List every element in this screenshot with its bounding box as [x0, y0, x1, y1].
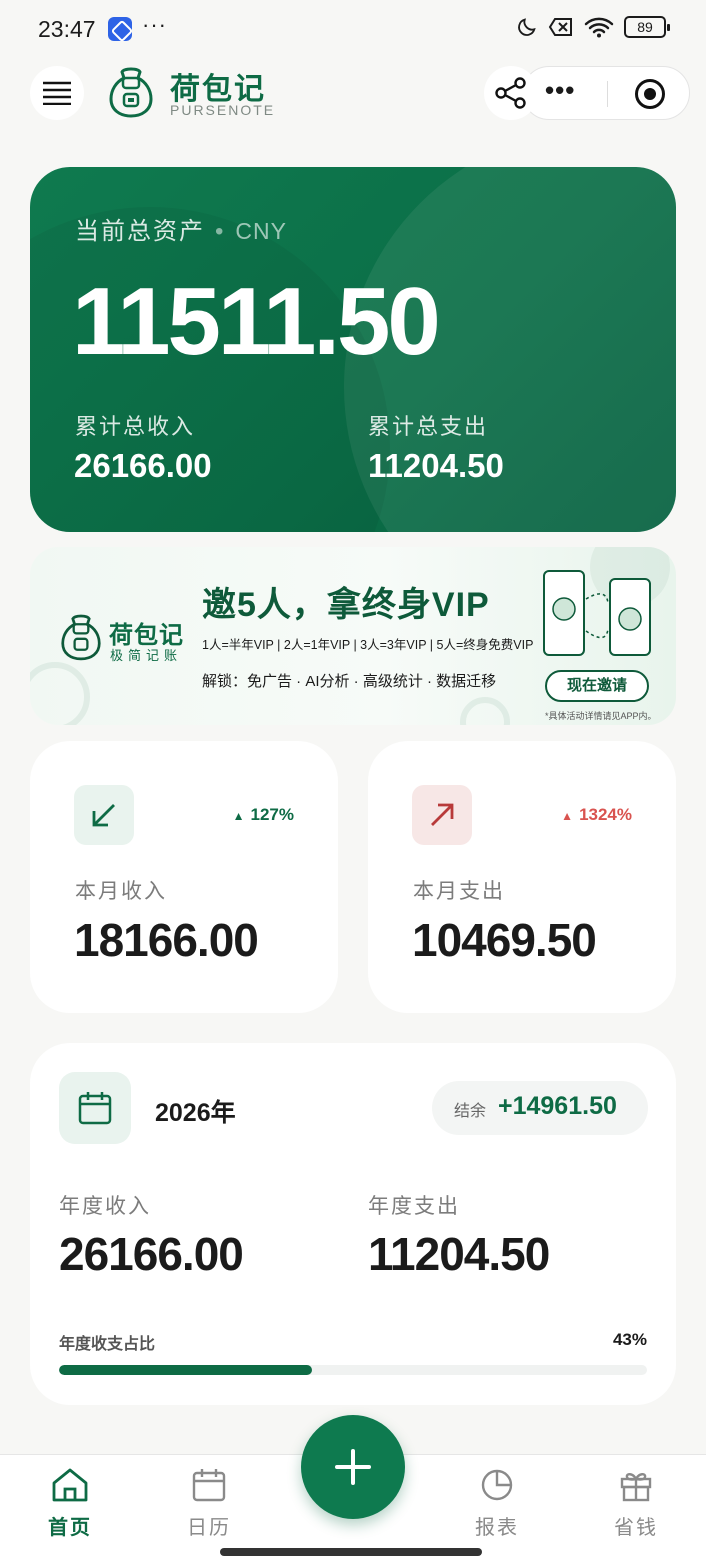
status-bar: 23:47 ··· 89: [0, 0, 706, 60]
calendar-icon: [189, 1465, 229, 1505]
app-subtitle: PURSENOTE: [170, 102, 276, 118]
close-target-icon[interactable]: [635, 79, 665, 109]
expense-arrow-icon: [412, 785, 472, 845]
total-assets-label: 当前总资产 • CNY: [75, 218, 287, 245]
calendar-icon: [59, 1072, 131, 1144]
monthly-income-card[interactable]: ▲ 127% 本月收入 18166.00: [30, 741, 338, 1013]
balance-value: +14961.50: [498, 1092, 617, 1120]
up-triangle-icon: ▲: [561, 809, 574, 823]
expense-change-value: 1324%: [579, 805, 632, 824]
invite-now-button[interactable]: 现在邀请: [545, 670, 649, 702]
status-time: 23:47: [38, 16, 96, 42]
tab-home-label: 首页: [48, 1517, 92, 1539]
plus-icon: [335, 1449, 371, 1485]
app-header: 荷包记 PURSENOTE •••: [0, 60, 706, 130]
invite-banner[interactable]: 荷包记 极简记账 邀5人，拿终身VIP 1人=半年VIP | 2人=1年VIP …: [30, 547, 676, 725]
tab-reports[interactable]: 报表: [447, 1465, 547, 1540]
monthly-expense-label: 本月支出: [413, 880, 505, 903]
hamburger-icon: [43, 81, 71, 105]
income-arrow-icon: [74, 785, 134, 845]
banner-footnote: *具体活动详情请见APP内。: [545, 711, 657, 721]
income-change-value: 127%: [250, 805, 294, 824]
wifi-icon: [584, 17, 614, 38]
app-notification-icon: [108, 17, 132, 41]
year-label: 2026年: [155, 1099, 236, 1127]
total-assets-card[interactable]: 当前总资产 • CNY 11511.50 累计总收入 26166.00 累计总支出 …: [30, 167, 676, 532]
phones-illustration-icon: [543, 570, 651, 656]
monthly-expense-card[interactable]: ▲ 1324% 本月支出 10469.50: [368, 741, 676, 1013]
cumulative-income-value: 26166.00: [74, 447, 212, 484]
banner-slogan: 极简记账: [110, 648, 183, 663]
expense-change: ▲ 1324%: [561, 805, 632, 825]
cumulative-expense-value: 11204.50: [368, 447, 504, 484]
pie-chart-icon: [477, 1465, 517, 1505]
ratio-progress-bar: [59, 1365, 647, 1375]
tab-calendar[interactable]: 日历: [159, 1465, 259, 1540]
currency-code: CNY: [235, 218, 287, 244]
balance-label: 结余: [454, 1103, 487, 1120]
menu-button[interactable]: [30, 66, 84, 120]
cumulative-expense-label: 累计总支出: [368, 414, 489, 439]
monthly-expense-value: 10469.50: [412, 914, 597, 966]
income-change: ▲ 127%: [233, 805, 294, 825]
add-record-button[interactable]: [301, 1415, 405, 1519]
more-button[interactable]: •••: [545, 75, 575, 106]
ratio-percent: 43%: [612, 1330, 647, 1349]
cumulative-income-label: 累计总收入: [75, 414, 196, 439]
banner-unlock-features: 解锁：免广告 · AI分析 · 高级统计 · 数据迁移: [202, 673, 497, 690]
coin-decoration: [460, 697, 510, 725]
monthly-income-value: 18166.00: [74, 914, 259, 966]
mini-program-capsule: •••: [522, 66, 690, 120]
banner-logo: [61, 614, 101, 661]
total-assets-value: 11511.50: [72, 268, 441, 375]
banner-title: 邀5人，拿终身VIP: [202, 586, 490, 624]
yearly-expense-value: 11204.50: [368, 1228, 550, 1280]
battery-icon: 89: [624, 16, 670, 38]
banner-tiers: 1人=半年VIP | 2人=1年VIP | 3人=3年VIP | 5人=终身免费…: [202, 638, 534, 652]
total-assets-title: 当前总资产: [75, 218, 205, 245]
gift-icon: [616, 1465, 656, 1505]
tab-calendar-label: 日历: [187, 1517, 231, 1539]
yearly-expense-label: 年度支出: [368, 1195, 460, 1218]
yearly-summary-card[interactable]: 2026年 结余 +14961.50 年度收入 26166.00 年度支出 11…: [30, 1043, 676, 1405]
yearly-income-label: 年度收入: [59, 1195, 151, 1218]
home-indicator[interactable]: [220, 1548, 482, 1556]
tab-save-money[interactable]: 省钱: [586, 1465, 686, 1540]
tab-home[interactable]: 首页: [20, 1465, 120, 1540]
up-triangle-icon: ▲: [232, 809, 245, 823]
coin-decoration: [30, 662, 90, 725]
home-icon: [50, 1465, 90, 1505]
share-icon: [495, 77, 526, 109]
tab-reports-label: 报表: [475, 1517, 519, 1539]
sim-off-icon: [548, 18, 572, 36]
app-logo: [109, 67, 153, 118]
moon-icon: [518, 18, 536, 36]
tab-save-money-label: 省钱: [614, 1517, 658, 1539]
monthly-income-label: 本月收入: [75, 880, 167, 903]
capsule-divider: [607, 81, 608, 107]
ratio-label: 年度收支占比: [59, 1336, 156, 1353]
balance-pill: 结余 +14961.50: [432, 1081, 648, 1135]
more-notifications-icon: ···: [142, 12, 167, 37]
ratio-progress-fill: [59, 1365, 312, 1375]
share-button[interactable]: [484, 66, 538, 120]
yearly-income-value: 26166.00: [59, 1228, 244, 1280]
